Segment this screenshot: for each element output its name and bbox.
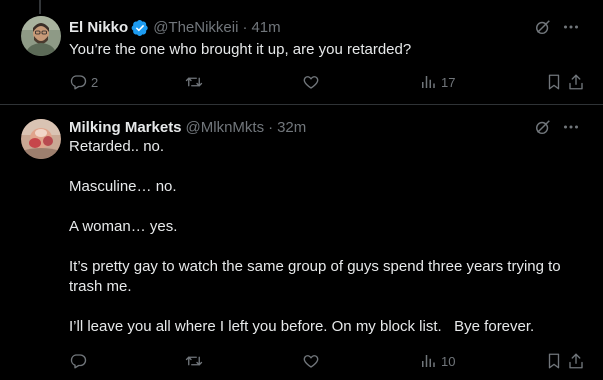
tweet-header: Milking Markets @MlknMkts · 32m bbox=[69, 118, 306, 138]
top-actions bbox=[533, 17, 581, 37]
share-icon bbox=[569, 353, 583, 369]
timestamp[interactable]: 32m bbox=[277, 118, 306, 138]
action-bar: 2 17 bbox=[69, 71, 585, 93]
thread-connector-line bbox=[39, 0, 41, 14]
bookmark-icon bbox=[548, 74, 560, 90]
share-icon bbox=[569, 74, 583, 90]
share-button[interactable] bbox=[567, 350, 585, 372]
reply-icon bbox=[70, 75, 87, 90]
share-button[interactable] bbox=[567, 71, 585, 93]
retweet-icon bbox=[185, 356, 203, 366]
more-icon[interactable] bbox=[561, 17, 581, 37]
views-button[interactable]: 17 bbox=[419, 71, 455, 93]
separator-dot: · bbox=[268, 119, 274, 136]
views-icon bbox=[422, 76, 435, 88]
tweet-text: You’re the one who brought it up, are yo… bbox=[69, 40, 569, 60]
like-icon bbox=[303, 355, 319, 368]
like-button[interactable] bbox=[302, 71, 320, 93]
retweet-button[interactable] bbox=[185, 71, 203, 93]
tweet-paragraph: A woman… yes. bbox=[69, 218, 178, 235]
top-actions bbox=[533, 117, 581, 137]
retweet-icon bbox=[185, 77, 203, 87]
tweet-paragraph: I’ll leave you all where I left you befo… bbox=[69, 318, 535, 335]
tweet-thread: El Nikko @TheNikkeii · 41m You’re the on… bbox=[0, 0, 603, 380]
like-button[interactable] bbox=[302, 350, 320, 372]
bookmark-icon bbox=[548, 353, 560, 369]
author-name[interactable]: Milking Markets bbox=[69, 118, 182, 138]
avatar[interactable] bbox=[21, 16, 61, 56]
views-button[interactable]: 10 bbox=[419, 350, 455, 372]
reply-icon bbox=[70, 354, 87, 369]
like-icon bbox=[303, 76, 319, 89]
retweet-button[interactable] bbox=[185, 350, 203, 372]
author-handle[interactable]: @MlknMkts bbox=[186, 118, 265, 138]
views-icon bbox=[422, 355, 435, 367]
reply-button[interactable] bbox=[69, 350, 87, 372]
verified-badge-icon bbox=[131, 19, 149, 37]
action-bar: 10 bbox=[69, 350, 585, 372]
bookmark-button[interactable] bbox=[545, 350, 563, 372]
grok-icon[interactable] bbox=[533, 117, 553, 137]
author-handle[interactable]: @TheNikkeii bbox=[153, 18, 238, 38]
tweet-text: Retarded.. no. Masculine… no. A woman… y… bbox=[69, 137, 569, 337]
bookmark-button[interactable] bbox=[545, 71, 563, 93]
tweet-header: El Nikko @TheNikkeii · 41m bbox=[69, 18, 281, 38]
tweet[interactable]: El Nikko @TheNikkeii · 41m You’re the on… bbox=[0, 0, 603, 104]
separator-dot: · bbox=[242, 19, 248, 36]
views-count: 17 bbox=[441, 74, 456, 90]
tweet-paragraph: You’re the one who brought it up, are yo… bbox=[69, 41, 412, 58]
views-count: 10 bbox=[441, 353, 456, 369]
author-name[interactable]: El Nikko bbox=[69, 18, 128, 38]
timestamp[interactable]: 41m bbox=[251, 18, 280, 38]
reply-button[interactable]: 2 bbox=[69, 71, 98, 93]
reply-count: 2 bbox=[91, 74, 99, 90]
grok-icon[interactable] bbox=[533, 17, 553, 37]
tweet[interactable]: Milking Markets @MlknMkts · 32m Retarded… bbox=[0, 104, 603, 380]
more-icon[interactable] bbox=[561, 117, 581, 137]
tweet-paragraph: It’s pretty gay to watch the same group … bbox=[69, 258, 565, 295]
tweet-paragraph: Retarded.. no. bbox=[69, 138, 165, 155]
tweet-paragraph: Masculine… no. bbox=[69, 178, 177, 195]
avatar[interactable] bbox=[21, 119, 61, 159]
